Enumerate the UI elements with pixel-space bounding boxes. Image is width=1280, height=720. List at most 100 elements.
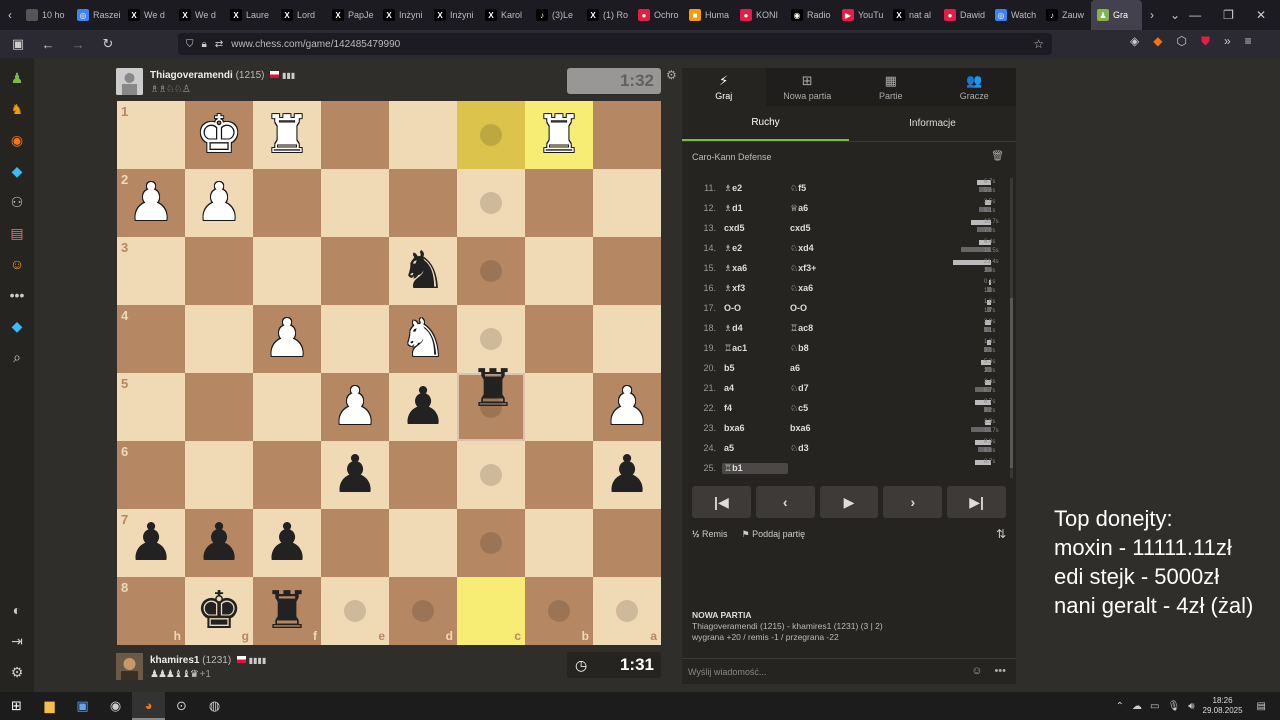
watch-icon[interactable]: ◆ — [6, 160, 28, 182]
move-hint-dot[interactable] — [480, 192, 502, 214]
white-move[interactable]: ♗xf3 — [722, 283, 788, 294]
more-tools-icon[interactable]: » — [1224, 34, 1231, 49]
board-square[interactable]: ♚ — [185, 101, 253, 169]
play-button[interactable]: ▶ — [819, 486, 879, 518]
board-square[interactable] — [253, 169, 321, 237]
white-move[interactable]: cxd5 — [722, 223, 788, 233]
board-square[interactable]: g ♚ — [185, 577, 253, 645]
board-square[interactable] — [457, 509, 525, 577]
black-move[interactable]: ♘b8 — [788, 343, 854, 354]
white-move[interactable]: ♖ac1 — [722, 343, 788, 354]
black-move[interactable]: ♖ac8 — [788, 323, 854, 334]
trash-icon[interactable]: 🗑︎ — [991, 151, 1004, 162]
logout-icon[interactable]: ⇥ — [6, 630, 28, 652]
url-text[interactable]: www.chess.com/game/142485479990 — [231, 39, 400, 50]
chess-board[interactable]: 1 ♚ ♜ ♜ 2 ♟ ♟ 3 ♞ 4 ♟ ♞ 5 ♟ ♟ ♟ 6 ♟ ♟ 7 ♟ ♟ ♟ 8 h g ♚ f ♜ e d c b a — [117, 101, 661, 645]
menu-icon[interactable]: ≡ — [1245, 34, 1252, 49]
white-move[interactable]: ♗xa6 — [722, 263, 788, 274]
black-move[interactable]: ♘d3 — [788, 443, 854, 454]
board-square[interactable]: ♟ — [389, 373, 457, 441]
board-square[interactable] — [321, 305, 389, 373]
tray-chevron-icon[interactable]: ⌃ — [1116, 701, 1124, 712]
board-square[interactable] — [321, 237, 389, 305]
flip-board-icon[interactable]: ⇅ — [996, 527, 1006, 541]
move-hint-dot[interactable] — [480, 260, 502, 282]
file-explorer-icon[interactable]: ▆ — [33, 692, 66, 720]
white-move[interactable]: a4 — [722, 383, 788, 393]
browser-tab[interactable]: ▶ YouTu — [836, 0, 887, 30]
sidebar-toggle-icon[interactable]: ▣ — [10, 36, 26, 52]
black-move[interactable]: a6 — [788, 363, 854, 373]
board-square[interactable]: ♟ — [593, 373, 661, 441]
board-square[interactable] — [185, 305, 253, 373]
black-move[interactable]: ♘xd4 — [788, 243, 854, 254]
forward-arrow-icon[interactable]: → — [70, 37, 86, 52]
move-hint-dot[interactable] — [548, 600, 570, 622]
search-icon[interactable]: ⌕ — [6, 346, 28, 368]
chess-piece[interactable]: ♟ — [185, 509, 253, 577]
browser-tab[interactable]: X PapJe — [326, 0, 377, 30]
move-hint-dot[interactable] — [480, 124, 502, 146]
restore-icon[interactable]: ❐ — [1223, 8, 1234, 22]
board-square[interactable]: 4 — [117, 305, 185, 373]
board-square[interactable] — [389, 509, 457, 577]
board-square[interactable] — [593, 169, 661, 237]
panel-tab[interactable]: 👥 Gracze — [933, 68, 1017, 106]
white-move[interactable]: ♗d4 — [722, 323, 788, 334]
black-move[interactable]: ♘xf3+ — [788, 263, 854, 274]
learn-icon[interactable]: ◉ — [6, 129, 28, 151]
avatar[interactable] — [116, 653, 143, 680]
board-square[interactable]: 6 — [117, 441, 185, 509]
black-move[interactable]: ♘f5 — [788, 183, 854, 194]
browser-tab[interactable]: ● KONI — [734, 0, 785, 30]
board-square[interactable]: ♟ — [253, 509, 321, 577]
browser-tab[interactable]: X Karol — [479, 0, 530, 30]
mic-icon[interactable]: 🎙︎ — [1167, 701, 1180, 712]
board-square[interactable] — [253, 373, 321, 441]
board-square[interactable] — [593, 101, 661, 169]
obs-icon[interactable]: ⊙ — [165, 692, 198, 720]
browser-tab[interactable]: X We d — [173, 0, 224, 30]
board-square[interactable] — [525, 169, 593, 237]
avatar[interactable] — [116, 68, 143, 95]
white-move[interactable]: ♖b1 — [722, 462, 788, 474]
url-bar[interactable]: ⛉ 🔒︎ ⇄ www.chess.com/game/142485479990 ☆ — [178, 33, 1052, 55]
extension-fox-icon[interactable]: ◆ — [1153, 34, 1162, 49]
browser-tab[interactable]: X We d — [122, 0, 173, 30]
dragged-rook[interactable]: ♜ — [459, 355, 527, 423]
chess-piece[interactable]: ♟ — [593, 373, 661, 441]
chess-piece[interactable]: ♜ — [525, 101, 593, 169]
last-move-button[interactable]: ▶| — [947, 486, 1006, 518]
diamond-icon[interactable]: ◆ — [6, 315, 28, 337]
chess-logo-icon[interactable]: ♟ — [6, 67, 28, 89]
board-square[interactable]: ♟ — [185, 509, 253, 577]
draw-button[interactable]: ½ Remis — [692, 529, 728, 539]
browser-tab[interactable]: ♪ (3)Le — [530, 0, 581, 30]
chess-piece[interactable]: ♜ — [253, 577, 321, 645]
chess-piece[interactable]: ♞ — [389, 305, 457, 373]
board-square[interactable]: ♟ — [253, 305, 321, 373]
board-square[interactable] — [389, 169, 457, 237]
board-square[interactable] — [593, 509, 661, 577]
chess-piece[interactable]: ♟ — [321, 373, 389, 441]
browser-tab[interactable]: ■ Huma — [683, 0, 734, 30]
top-player-name[interactable]: Thiagoveramendi (1215) ▮▮▮ — [150, 70, 295, 81]
move-hint-dot[interactable] — [344, 600, 366, 622]
chess-piece[interactable]: ♟ — [389, 373, 457, 441]
white-move[interactable]: f4 — [722, 403, 788, 413]
board-square[interactable] — [321, 509, 389, 577]
panel-tab[interactable]: ⚡ Graj — [682, 68, 766, 106]
board-square[interactable]: 1 — [117, 101, 185, 169]
board-square[interactable]: ♟ — [593, 441, 661, 509]
board-square[interactable] — [389, 441, 457, 509]
windows-start-icon[interactable]: ⊞ — [0, 692, 33, 720]
white-move[interactable]: a5 — [722, 443, 788, 453]
pocket-icon[interactable]: ⬡ — [1176, 34, 1186, 49]
white-move[interactable]: ♗d1 — [722, 203, 788, 214]
chess-piece[interactable]: ♟ — [253, 305, 321, 373]
browser-tab[interactable]: 10 ho — [20, 0, 71, 30]
browser-tab[interactable]: ● Ochro — [632, 0, 683, 30]
social-icon[interactable]: ☺ — [6, 253, 28, 275]
black-move[interactable]: ♘c5 — [788, 403, 854, 414]
board-square[interactable] — [593, 237, 661, 305]
